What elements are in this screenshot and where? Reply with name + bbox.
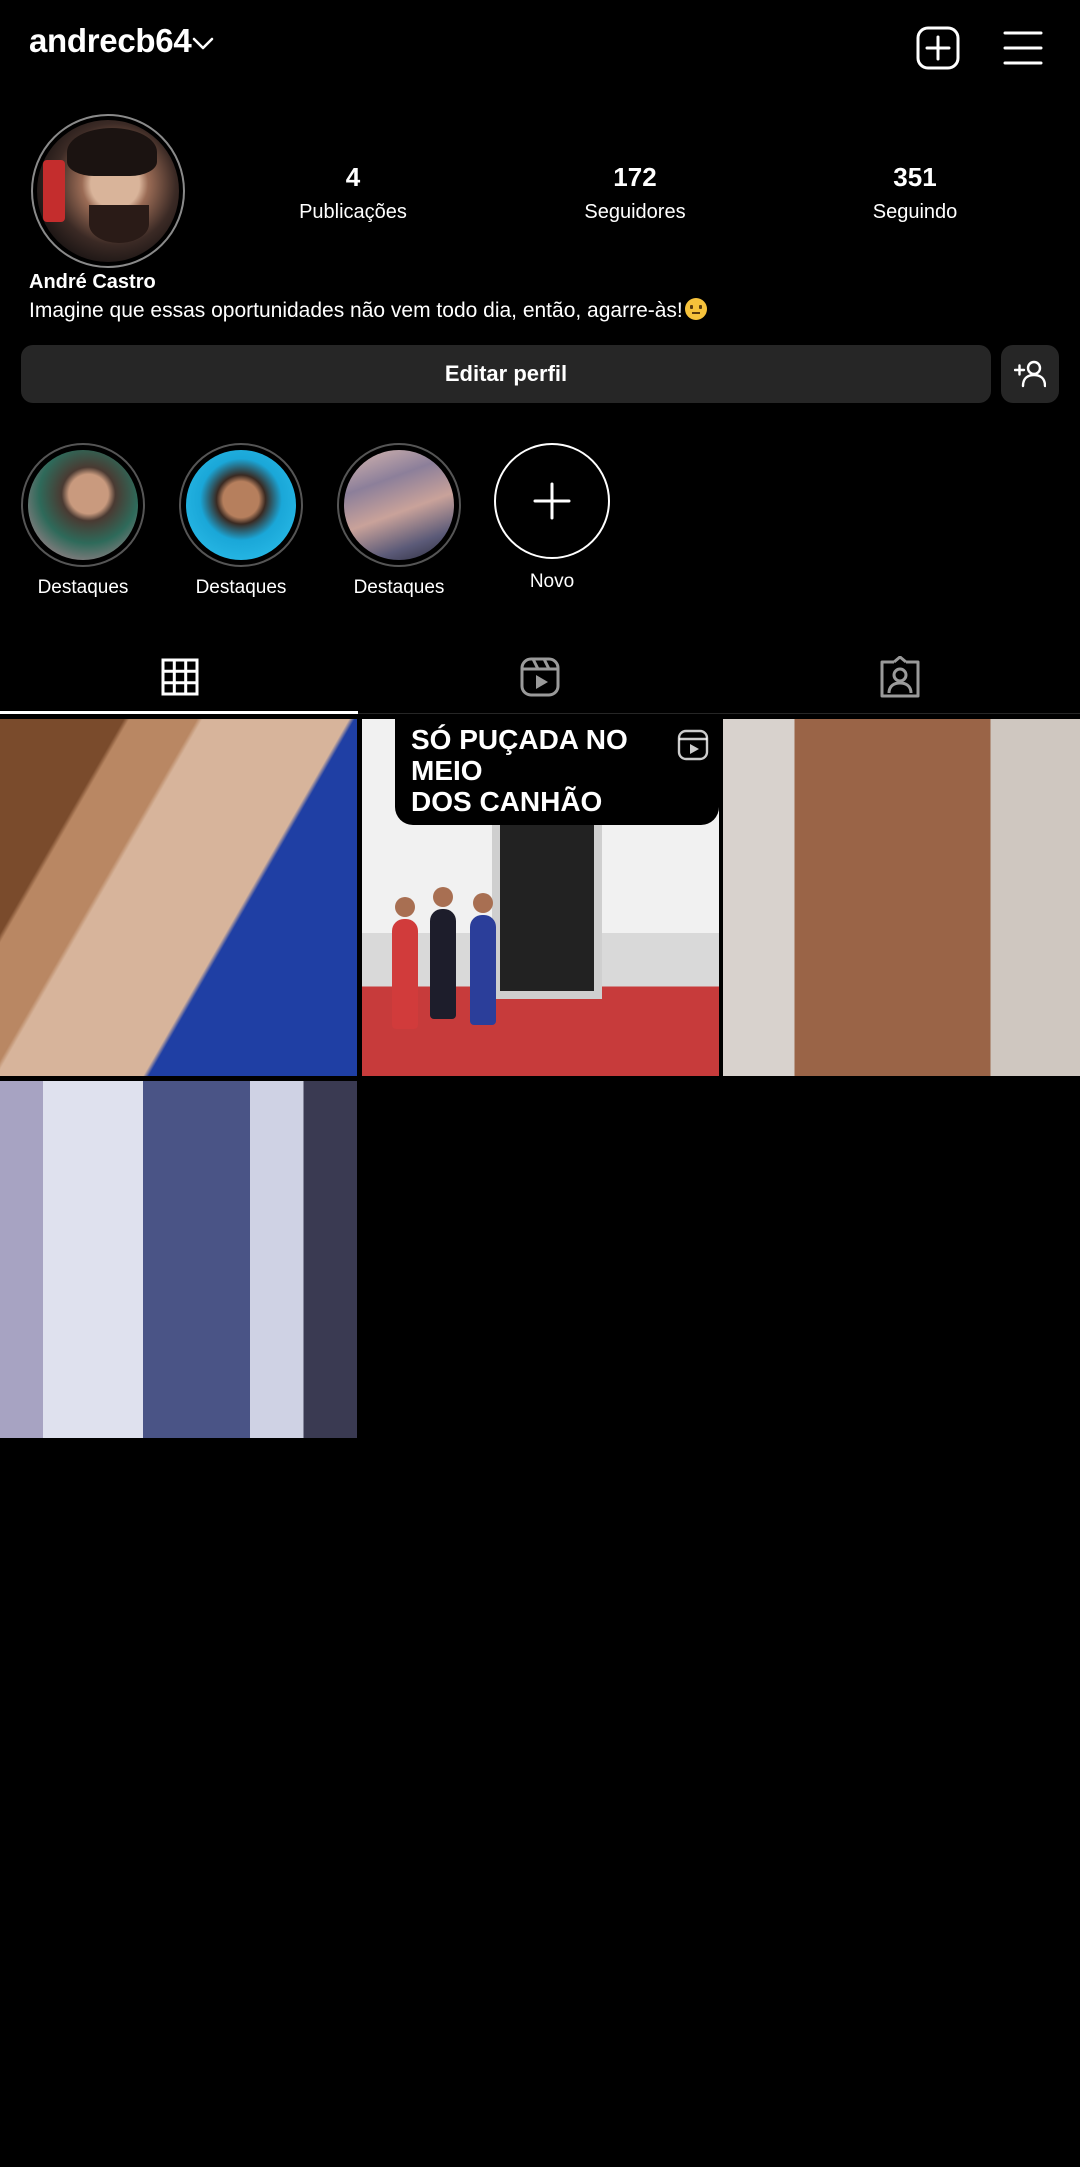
reel-caption-line: SÓ PUÇADA NO MEIO [411, 724, 628, 786]
tagged-icon [880, 656, 920, 698]
profile-bio-text: Imagine que essas oportunidades não vem … [29, 299, 683, 322]
stat-following-label: Seguindo [872, 201, 958, 223]
stat-following-value: 351 [893, 162, 937, 192]
highlight-ring [179, 443, 303, 567]
stat-followers[interactable]: 172 Seguidores [545, 162, 725, 224]
add-person-icon [1014, 360, 1046, 388]
post-figure-shape [470, 893, 496, 1025]
highlight-item[interactable]: Destaques [334, 443, 464, 599]
highlight-cover [28, 450, 138, 560]
avatar-hair-shape [67, 128, 157, 176]
reels-icon [520, 657, 560, 697]
post-thumbnail[interactable] [723, 719, 1080, 1076]
highlight-cover [344, 450, 454, 560]
highlight-ring [21, 443, 145, 567]
highlight-item[interactable]: Destaques [176, 443, 306, 599]
profile-full-name: André Castro [29, 271, 156, 293]
avatar-flag-shape [43, 160, 65, 222]
reel-caption: SÓ PUÇADA NO MEIO DOS CANHÃO [395, 719, 719, 826]
stat-following[interactable]: 351 Seguindo [825, 162, 1005, 224]
tab-reels[interactable] [360, 640, 720, 714]
discover-people-button[interactable] [1001, 345, 1059, 403]
new-highlight-button[interactable]: Novo [487, 443, 617, 593]
stat-posts-label: Publicações [299, 201, 407, 223]
highlight-cover [186, 450, 296, 560]
active-tab-indicator [0, 711, 358, 714]
highlight-label: Destaques [37, 577, 129, 598]
tab-posts-grid[interactable] [0, 640, 360, 714]
post-figure-shape [430, 887, 456, 1019]
create-post-icon[interactable] [915, 25, 961, 71]
reel-thumbnail[interactable]: SÓ PUÇADA NO MEIO DOS CANHÃO [362, 719, 719, 1076]
new-highlight-ring [494, 443, 610, 559]
profile-bio: Imagine que essas oportunidades não vem … [29, 298, 707, 323]
reel-badge-icon [677, 729, 709, 761]
post-figure-shape [392, 897, 418, 1029]
post-thumbnail[interactable] [0, 719, 357, 1076]
profile-avatar[interactable] [31, 114, 185, 268]
grid-icon [161, 658, 199, 696]
plus-icon [533, 482, 571, 520]
avatar-beard-shape [89, 205, 149, 243]
grimace-emoji-icon [684, 298, 707, 320]
highlight-item[interactable]: Destaques [18, 443, 148, 599]
chevron-down-icon[interactable] [190, 34, 216, 54]
stat-posts-value: 4 [345, 162, 361, 192]
new-highlight-label: Novo [529, 571, 575, 592]
stat-posts[interactable]: 4 Publicações [263, 162, 443, 224]
highlight-ring [337, 443, 461, 567]
avatar-image [37, 120, 179, 262]
menu-icon[interactable] [1003, 28, 1043, 68]
post-thumbnail[interactable] [0, 1081, 357, 1438]
stat-followers-value: 172 [613, 162, 657, 192]
username-switcher[interactable]: andrecb64 [29, 22, 192, 60]
stat-followers-label: Seguidores [584, 201, 686, 223]
highlight-label: Destaques [353, 577, 445, 598]
tab-tagged[interactable] [720, 640, 1080, 714]
edit-profile-button[interactable]: Editar perfil [21, 345, 991, 403]
highlight-label: Destaques [195, 577, 287, 598]
reel-caption-line: DOS CANHÃO [411, 785, 603, 817]
